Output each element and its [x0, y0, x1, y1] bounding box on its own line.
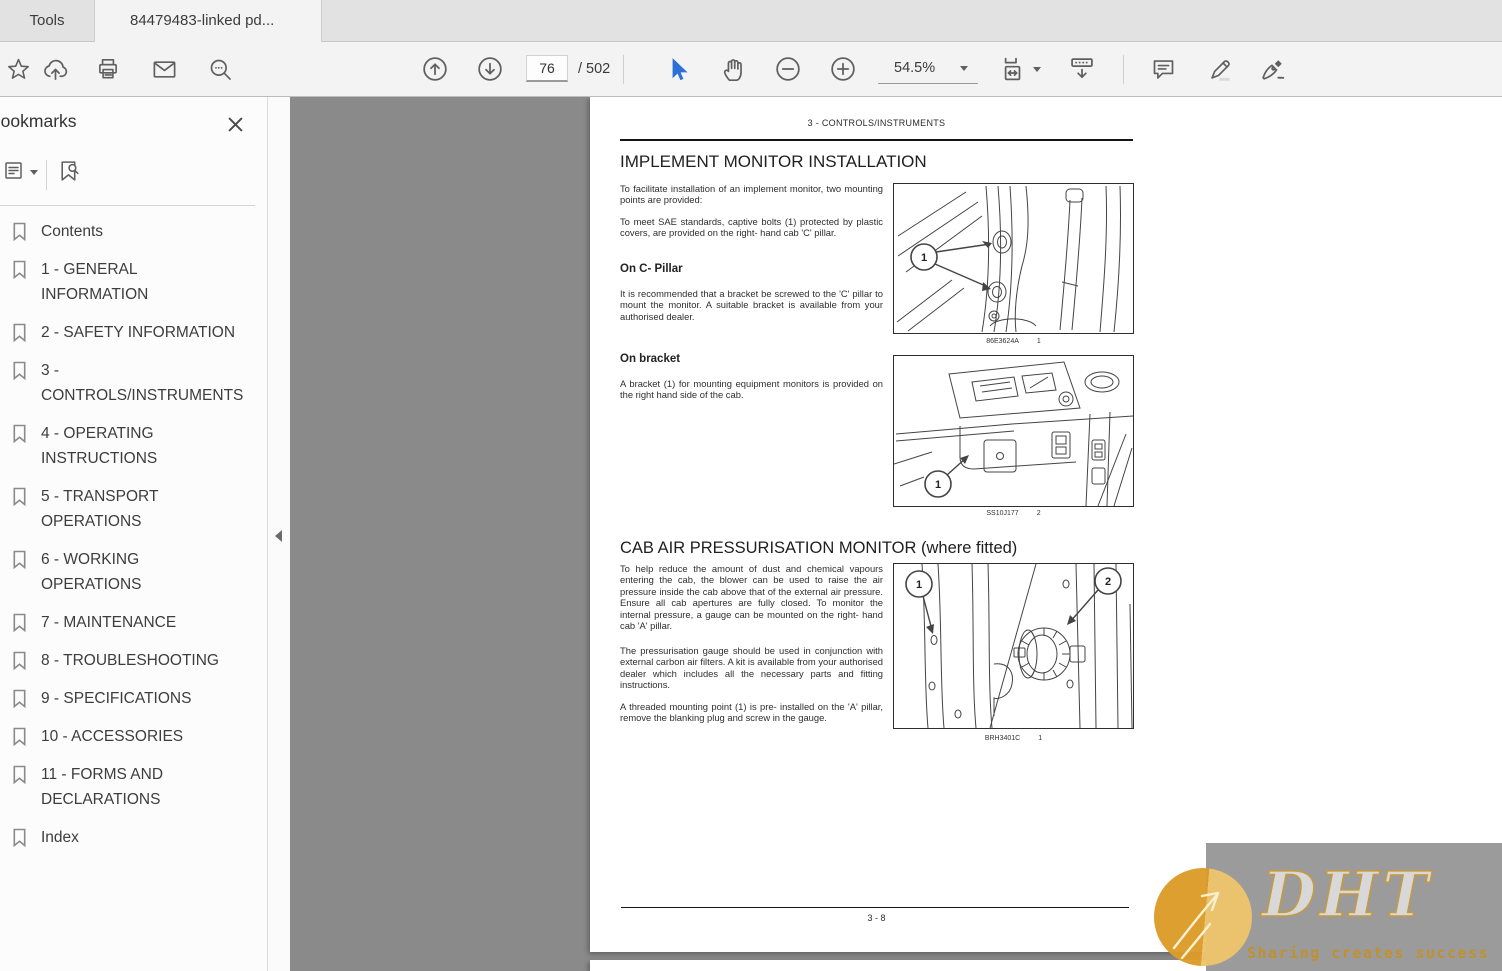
toolbar-display-icon[interactable] [1064, 51, 1100, 87]
bookmarks-toolbar [0, 157, 267, 195]
collapse-left-icon [275, 530, 282, 542]
watermark-arrow-logo-icon [1154, 868, 1252, 966]
subsection-title-on-bracket: On bracket [620, 353, 681, 365]
section-title-cab-air: CAB AIR PRESSURISATION MONITOR (where fi… [620, 539, 1018, 557]
bookmark-item-general-information[interactable]: 1 - GENERAL INFORMATION [11, 257, 237, 307]
bookmark-options-icon[interactable] [3, 159, 27, 188]
page-total-label: / 502 [578, 61, 611, 77]
paragraph: To meet SAE standards, captive bolts (1)… [620, 216, 883, 239]
pdf-page: 3 - CONTROLS/INSTRUMENTS IMPLEMENT MONIT… [590, 97, 1502, 952]
figure-cab-bracket: 1 [893, 355, 1134, 507]
bookmarks-panel-title: Bookmarks [0, 111, 77, 131]
signature-icon[interactable] [1255, 51, 1291, 87]
paragraph: The pressurisation gauge should be used … [620, 645, 883, 691]
next-page-icon[interactable] [472, 51, 508, 87]
bookmarks-panel: Bookmarks Contents 1 - GENERAL INFORMATI… [0, 97, 268, 971]
bookmark-item-transport-operations[interactable]: 5 - TRANSPORT OPERATIONS [11, 484, 237, 534]
paragraph: It is recommended that a bracket be scre… [620, 288, 883, 322]
hand-tool-icon[interactable] [715, 51, 751, 87]
cloud-upload-icon[interactable] [37, 51, 73, 87]
previous-page-icon[interactable] [417, 51, 453, 87]
sidebar-divider [0, 205, 255, 206]
paragraph: To help reduce the amount of dust and ch… [620, 563, 883, 632]
watermark-tagline: Sharing creates success [1247, 944, 1490, 962]
sidebar-collapse-handle[interactable] [268, 97, 290, 971]
chevron-down-icon [30, 170, 38, 175]
favorites-star-icon[interactable] [0, 51, 36, 87]
bookmark-item-troubleshooting[interactable]: 8 - TROUBLESHOOTING [11, 648, 237, 673]
select-tool-icon[interactable] [660, 51, 696, 87]
footer-rule [621, 907, 1129, 908]
paragraph: A threaded mounting point (1) is pre- in… [620, 701, 883, 724]
section-title-implement-monitor: IMPLEMENT MONITOR INSTALLATION [620, 152, 927, 171]
sidebar-toolbar-separator [46, 160, 47, 190]
bookmark-item-contents[interactable]: Contents [11, 219, 237, 244]
watermark-brand: DHT [1261, 857, 1433, 932]
svg-text:1: 1 [916, 579, 922, 591]
svg-text:1: 1 [935, 479, 941, 491]
paragraph: A bracket (1) for mounting equipment mon… [620, 378, 883, 401]
tab-document[interactable]: 84479483-linked pd... [95, 0, 322, 43]
bookmarks-list: Contents 1 - GENERAL INFORMATION 2 - SAF… [11, 219, 243, 850]
tab-tools[interactable]: Tools [0, 0, 95, 42]
svg-text:1: 1 [921, 252, 927, 264]
toolbar-separator [623, 55, 624, 84]
chevron-down-icon [960, 66, 968, 71]
main-toolbar: / 502 54.5% [0, 42, 1502, 97]
figure-a-pillar-gauge: 1 2 [893, 563, 1134, 729]
bookmark-item-maintenance[interactable]: 7 - MAINTENANCE [11, 610, 237, 635]
print-icon[interactable] [90, 51, 126, 87]
document-canvas[interactable]: 3 - CONTROLS/INSTRUMENTS IMPLEMENT MONIT… [290, 97, 1502, 971]
search-icon[interactable] [202, 51, 238, 87]
toolbar-separator [1123, 55, 1124, 84]
fit-width-icon[interactable] [998, 51, 1044, 87]
page-footer: 3 - 8 [867, 913, 886, 923]
page-number-input[interactable] [526, 55, 568, 82]
figure-c-pillar-bolts: 1 [893, 183, 1134, 334]
bookmark-item-safety-information[interactable]: 2 - SAFETY INFORMATION [11, 320, 237, 345]
tab-bar: Tools 84479483-linked pd... [0, 0, 1502, 43]
zoom-level-dropdown[interactable]: 54.5% [878, 54, 978, 84]
highlight-pen-icon[interactable] [1202, 51, 1238, 87]
figure-caption: BRH3401C 1 [984, 735, 1043, 742]
paragraph: To facilitate installation of an impleme… [620, 183, 883, 206]
figure-caption: SS10J177 2 [986, 510, 1041, 517]
header-rule [620, 139, 1133, 141]
zoom-in-icon[interactable] [825, 51, 861, 87]
bookmark-item-controls-instruments[interactable]: 3 - CONTROLS/INSTRUMENTS [11, 358, 243, 408]
comment-icon[interactable] [1145, 51, 1181, 87]
bookmark-item-operating-instructions[interactable]: 4 - OPERATING INSTRUCTIONS [11, 421, 237, 471]
bookmark-item-accessories[interactable]: 10 - ACCESSORIES [11, 724, 237, 749]
svg-text:2: 2 [1105, 576, 1111, 588]
bookmark-item-working-operations[interactable]: 6 - WORKING OPERATIONS [11, 547, 237, 597]
close-icon[interactable] [224, 113, 246, 135]
chevron-down-icon [1033, 66, 1041, 72]
running-header: 3 - CONTROLS/INSTRUMENTS [807, 118, 946, 128]
pdf-viewer-window: Tools 84479483-linked pd... / 502 [0, 0, 1502, 971]
zoom-out-icon[interactable] [770, 51, 806, 87]
figure-caption: 86E3624A 1 [986, 338, 1041, 345]
bookmark-item-forms-declarations[interactable]: 11 - FORMS AND DECLARATIONS [11, 762, 237, 812]
subsection-title-on-c-pillar: On C- Pillar [620, 263, 683, 275]
email-icon[interactable] [146, 51, 182, 87]
expand-current-bookmark-icon[interactable] [57, 159, 82, 189]
zoom-level-value: 54.5% [894, 60, 936, 76]
bookmark-item-index[interactable]: Index [11, 825, 237, 850]
bookmark-item-specifications[interactable]: 9 - SPECIFICATIONS [11, 686, 237, 711]
